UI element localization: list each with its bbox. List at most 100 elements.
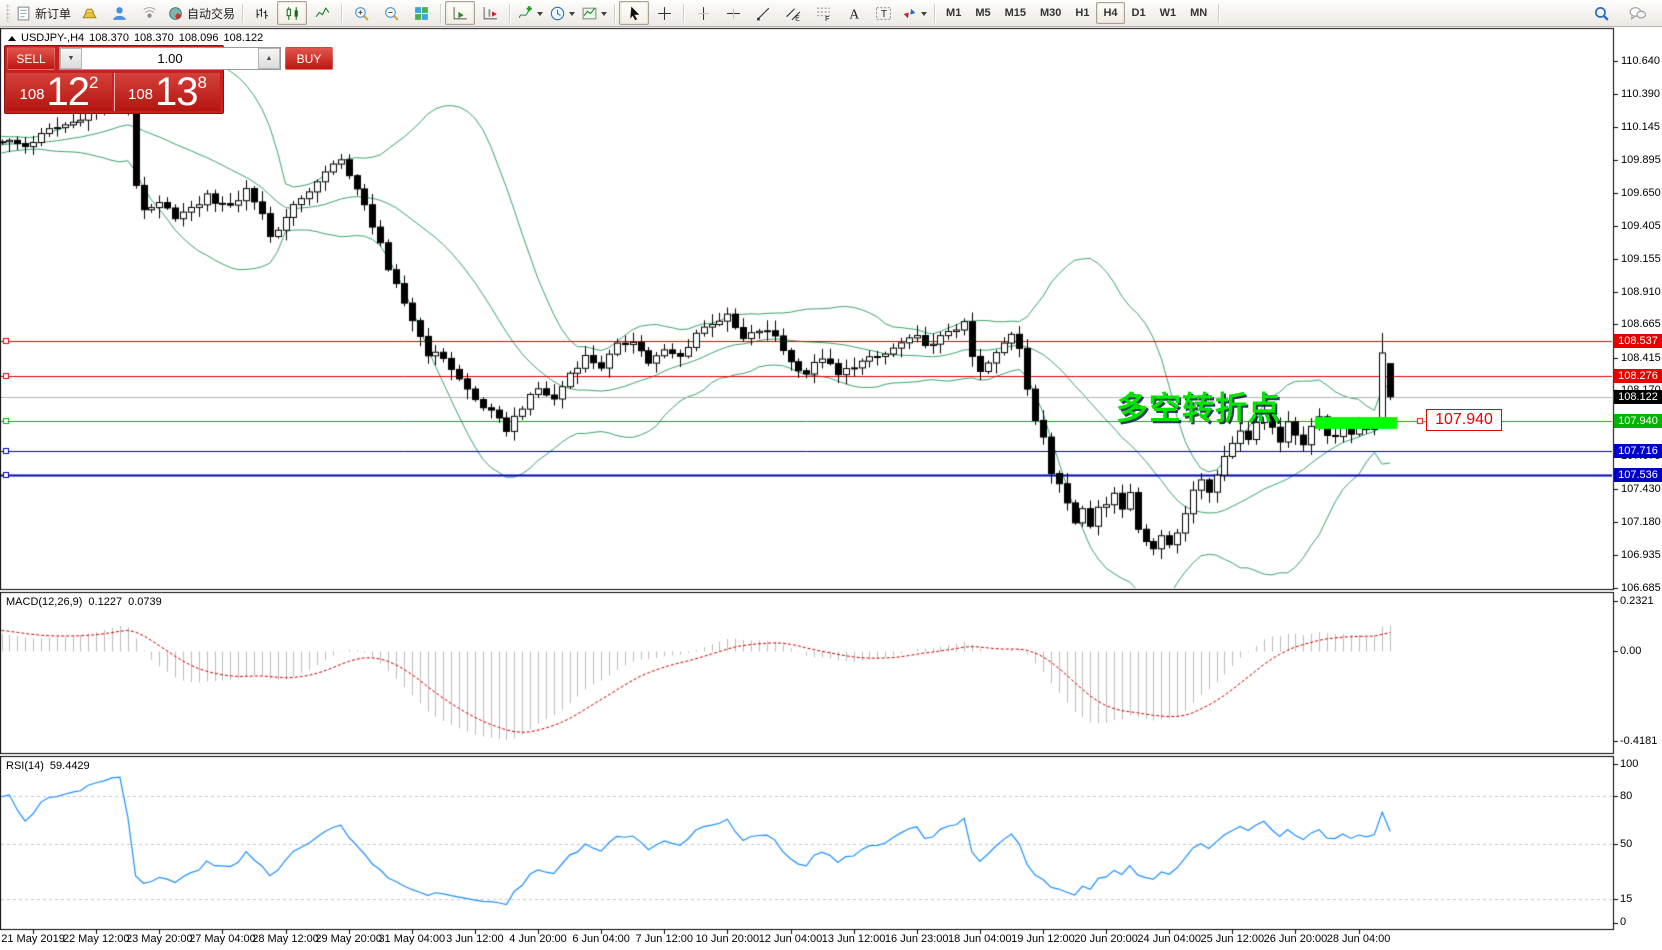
toolbar-separator: [614, 4, 615, 23]
one-click-trading-panel: SELL ▼ ▲ BUY 108 12 2 108 13 8: [4, 45, 224, 114]
timeframe-h1-button[interactable]: H1: [1068, 2, 1096, 24]
periods-button[interactable]: [546, 1, 578, 25]
doc-icon: [15, 5, 32, 22]
shift-icon: [482, 5, 499, 22]
volume-increase-button[interactable]: ▲: [258, 48, 280, 69]
svg-text:E: E: [795, 15, 800, 22]
dropdown-caret-icon[interactable]: [921, 12, 927, 19]
time-axis-label: 28 May 12:00: [252, 933, 319, 945]
templates-button[interactable]: [578, 1, 610, 25]
fibonacci-button[interactable]: F: [808, 1, 838, 25]
time-axis-label: 23 May 20:00: [126, 933, 193, 945]
buy-button[interactable]: BUY: [285, 47, 333, 70]
timeframe-d1-button[interactable]: D1: [1125, 2, 1153, 24]
timeframe-h4-button[interactable]: H4: [1096, 2, 1124, 24]
auto-scroll-button[interactable]: [445, 1, 475, 25]
chart-shift-button[interactable]: [475, 1, 505, 25]
arrow-objects-button[interactable]: [898, 1, 930, 25]
dropdown-caret-icon[interactable]: [537, 12, 543, 19]
ask-pip: 8: [198, 74, 207, 91]
toolbar-separator: [242, 4, 243, 23]
bid-prefix: 108: [20, 80, 45, 110]
time-axis-label: 26 Jun 20:00: [1264, 933, 1328, 945]
timeframe-m30-button[interactable]: M30: [1033, 2, 1068, 24]
new-order-button[interactable]: 新订单: [12, 1, 74, 25]
zoomout-icon: [383, 5, 400, 22]
macd-name: MACD(12,26,9): [6, 596, 82, 608]
autotrading-button[interactable]: 自动交易: [164, 1, 238, 25]
trendline-button[interactable]: [748, 1, 778, 25]
dropdown-caret-icon[interactable]: [569, 12, 575, 19]
price-axis-label: 107.430: [1621, 483, 1661, 496]
time-axis-label: 16 Jun 23:00: [885, 933, 949, 945]
indicators-button[interactable]: [514, 1, 546, 25]
timeframe-m5-button[interactable]: M5: [968, 2, 997, 24]
time-axis-label: 20 Jun 20:00: [1074, 933, 1138, 945]
bid-price[interactable]: 108 12 2: [6, 73, 112, 111]
rsi-name: RSI(14): [6, 760, 44, 772]
community-button[interactable]: [104, 1, 134, 25]
cursor-icon: [626, 5, 643, 22]
rsi-label: RSI(14) 59.4429: [6, 760, 90, 772]
indicators-icon: [517, 5, 534, 22]
cursor-button[interactable]: [619, 1, 649, 25]
macd-scale-label: -0.4181: [1620, 735, 1657, 748]
toolbar-separator: [1218, 4, 1219, 23]
gold-symbol-button[interactable]: [74, 1, 104, 25]
volume-stepper: ▼ ▲: [59, 47, 281, 70]
vertical-line-button[interactable]: [688, 1, 718, 25]
timeframe-m1-button[interactable]: M1: [939, 2, 968, 24]
ask-price[interactable]: 108 13 8: [114, 73, 220, 111]
time-axis-label: 25 Jun 12:00: [1201, 933, 1265, 945]
volume-input[interactable]: [82, 48, 258, 69]
timeframe-w1-button[interactable]: W1: [1153, 2, 1184, 24]
crosshair-button[interactable]: [649, 1, 679, 25]
candlestick-chart-button[interactable]: [277, 1, 307, 25]
volume-decrease-button[interactable]: ▼: [60, 48, 82, 69]
bid-main: 12: [47, 74, 90, 110]
candles-icon: [284, 5, 301, 22]
clock-icon: [549, 5, 566, 22]
text-label-button[interactable]: T: [868, 1, 898, 25]
arrows-icon: [901, 5, 918, 22]
zoom-in-button[interactable]: [346, 1, 376, 25]
rsi-scale-label: 100: [1620, 758, 1638, 771]
ohlc-close: 108.122: [223, 32, 263, 44]
toolbar-separator: [341, 4, 342, 23]
ask-prefix: 108: [128, 80, 153, 110]
line-chart-button[interactable]: [307, 1, 337, 25]
chart-title: USDJPY-,H4 108.370 108.370 108.096 108.1…: [8, 32, 263, 44]
price-badge: 107.716: [1614, 444, 1662, 458]
chart-canvas[interactable]: [0, 0, 1662, 950]
time-axis-label: 22 May 12:00: [63, 933, 130, 945]
autotrading-label: 自动交易: [187, 5, 235, 22]
rsi-scale-label: 0: [1620, 916, 1626, 929]
line-icon: [314, 5, 331, 22]
time-axis-label: 24 Jun 04:00: [1137, 933, 1201, 945]
bar-chart-button[interactable]: [247, 1, 277, 25]
toolbar-separator: [934, 4, 935, 23]
rsi-scale-label: 50: [1620, 838, 1632, 851]
zoom-out-button[interactable]: [376, 1, 406, 25]
equidistant-channel-button[interactable]: E: [778, 1, 808, 25]
horizontal-line-button[interactable]: [718, 1, 748, 25]
text-button[interactable]: A: [838, 1, 868, 25]
price-badge: 108.122: [1614, 390, 1662, 404]
signals-button[interactable]: [134, 1, 164, 25]
symbol-search-button[interactable]: [1586, 1, 1616, 25]
tile-icon: [413, 5, 430, 22]
collapse-panel-icon[interactable]: [8, 32, 16, 41]
chat-button[interactable]: [1622, 1, 1652, 25]
dropdown-caret-icon[interactable]: [601, 12, 607, 19]
time-axis-label: 18 Jun 04:00: [948, 933, 1012, 945]
symbol-period: USDJPY-,H4: [21, 32, 84, 44]
bid-pip: 2: [89, 74, 98, 91]
toolbar-right: [1586, 1, 1658, 25]
timeframe-m15-button[interactable]: M15: [998, 2, 1033, 24]
sell-button[interactable]: SELL: [7, 47, 55, 70]
svg-text:F: F: [825, 15, 829, 21]
timeframe-mn-button[interactable]: MN: [1183, 2, 1214, 24]
time-axis-label: 27 May 04:00: [189, 933, 256, 945]
tile-windows-button[interactable]: [406, 1, 436, 25]
channel-icon: E: [785, 5, 802, 22]
